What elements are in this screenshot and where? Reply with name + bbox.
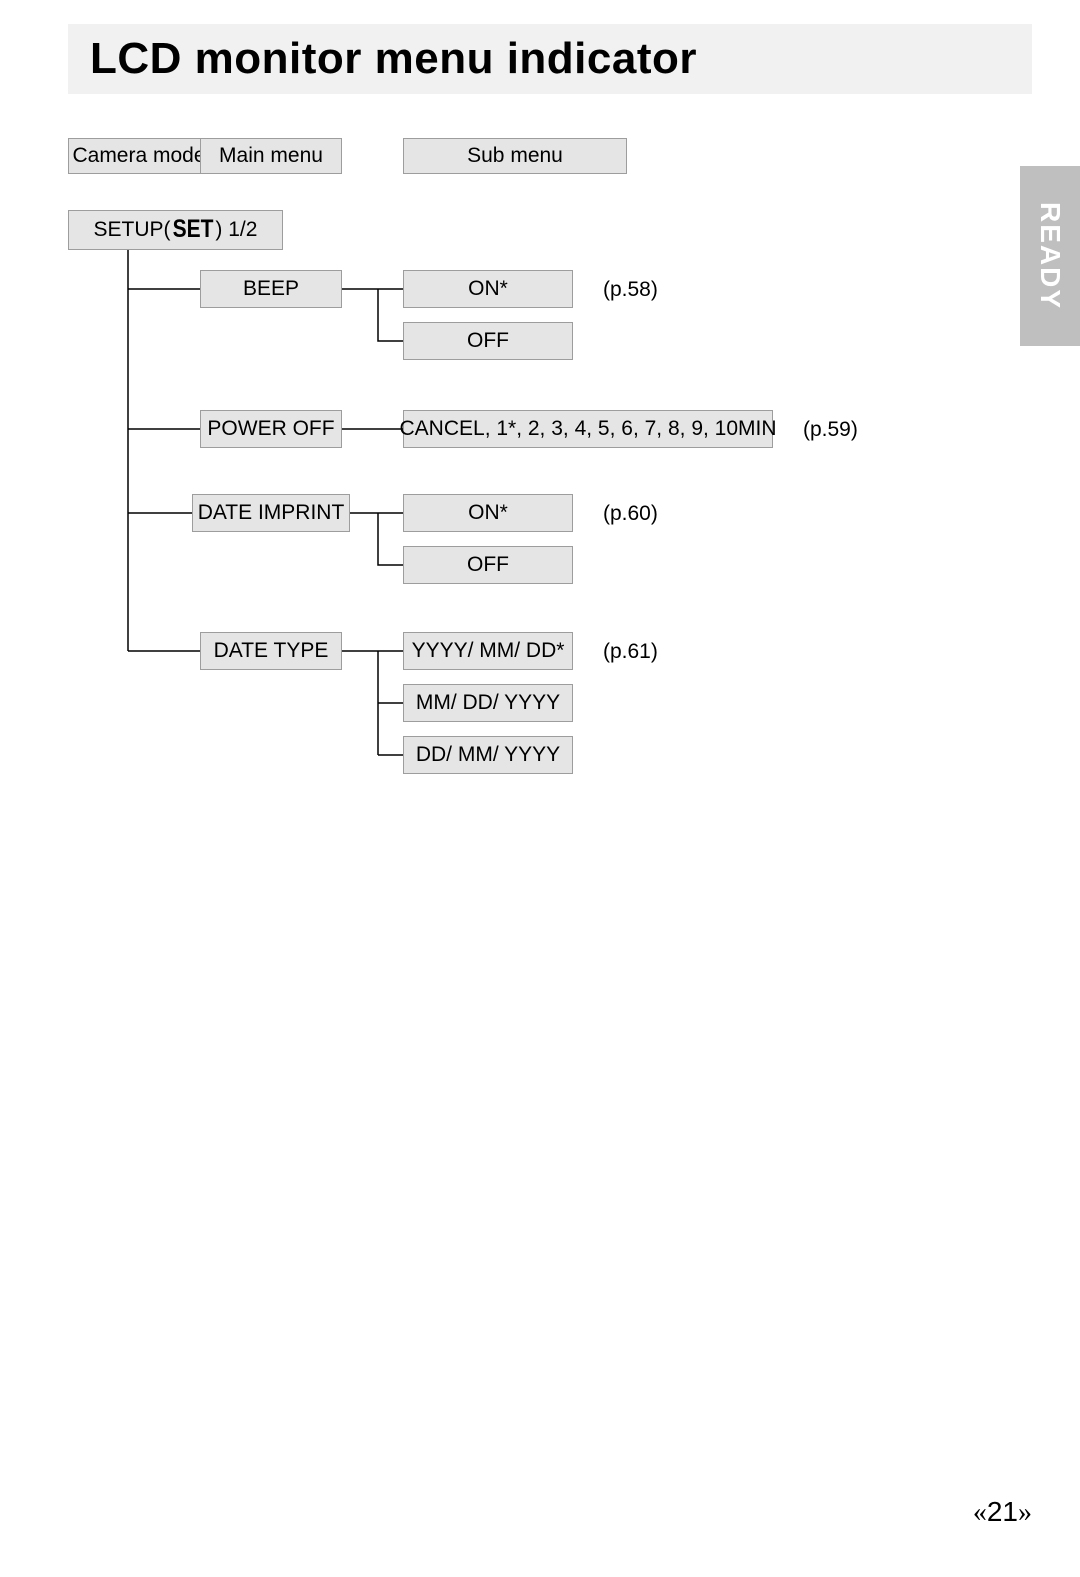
menu-diagram: Camera mode Main menu Sub menu SETUP( SE… bbox=[68, 130, 968, 830]
page-number: «21» bbox=[0, 1496, 1032, 1529]
page-title-bar: LCD monitor menu indicator bbox=[68, 24, 1032, 94]
connector-lines bbox=[68, 130, 968, 830]
page-title: LCD monitor menu indicator bbox=[90, 34, 697, 84]
page-number-value: 21 bbox=[987, 1496, 1018, 1527]
page-bracket-left: « bbox=[973, 1497, 987, 1528]
section-tab-ready: READY bbox=[1020, 166, 1080, 346]
section-tab-label: READY bbox=[1034, 202, 1066, 310]
page-bracket-right: » bbox=[1018, 1497, 1032, 1528]
